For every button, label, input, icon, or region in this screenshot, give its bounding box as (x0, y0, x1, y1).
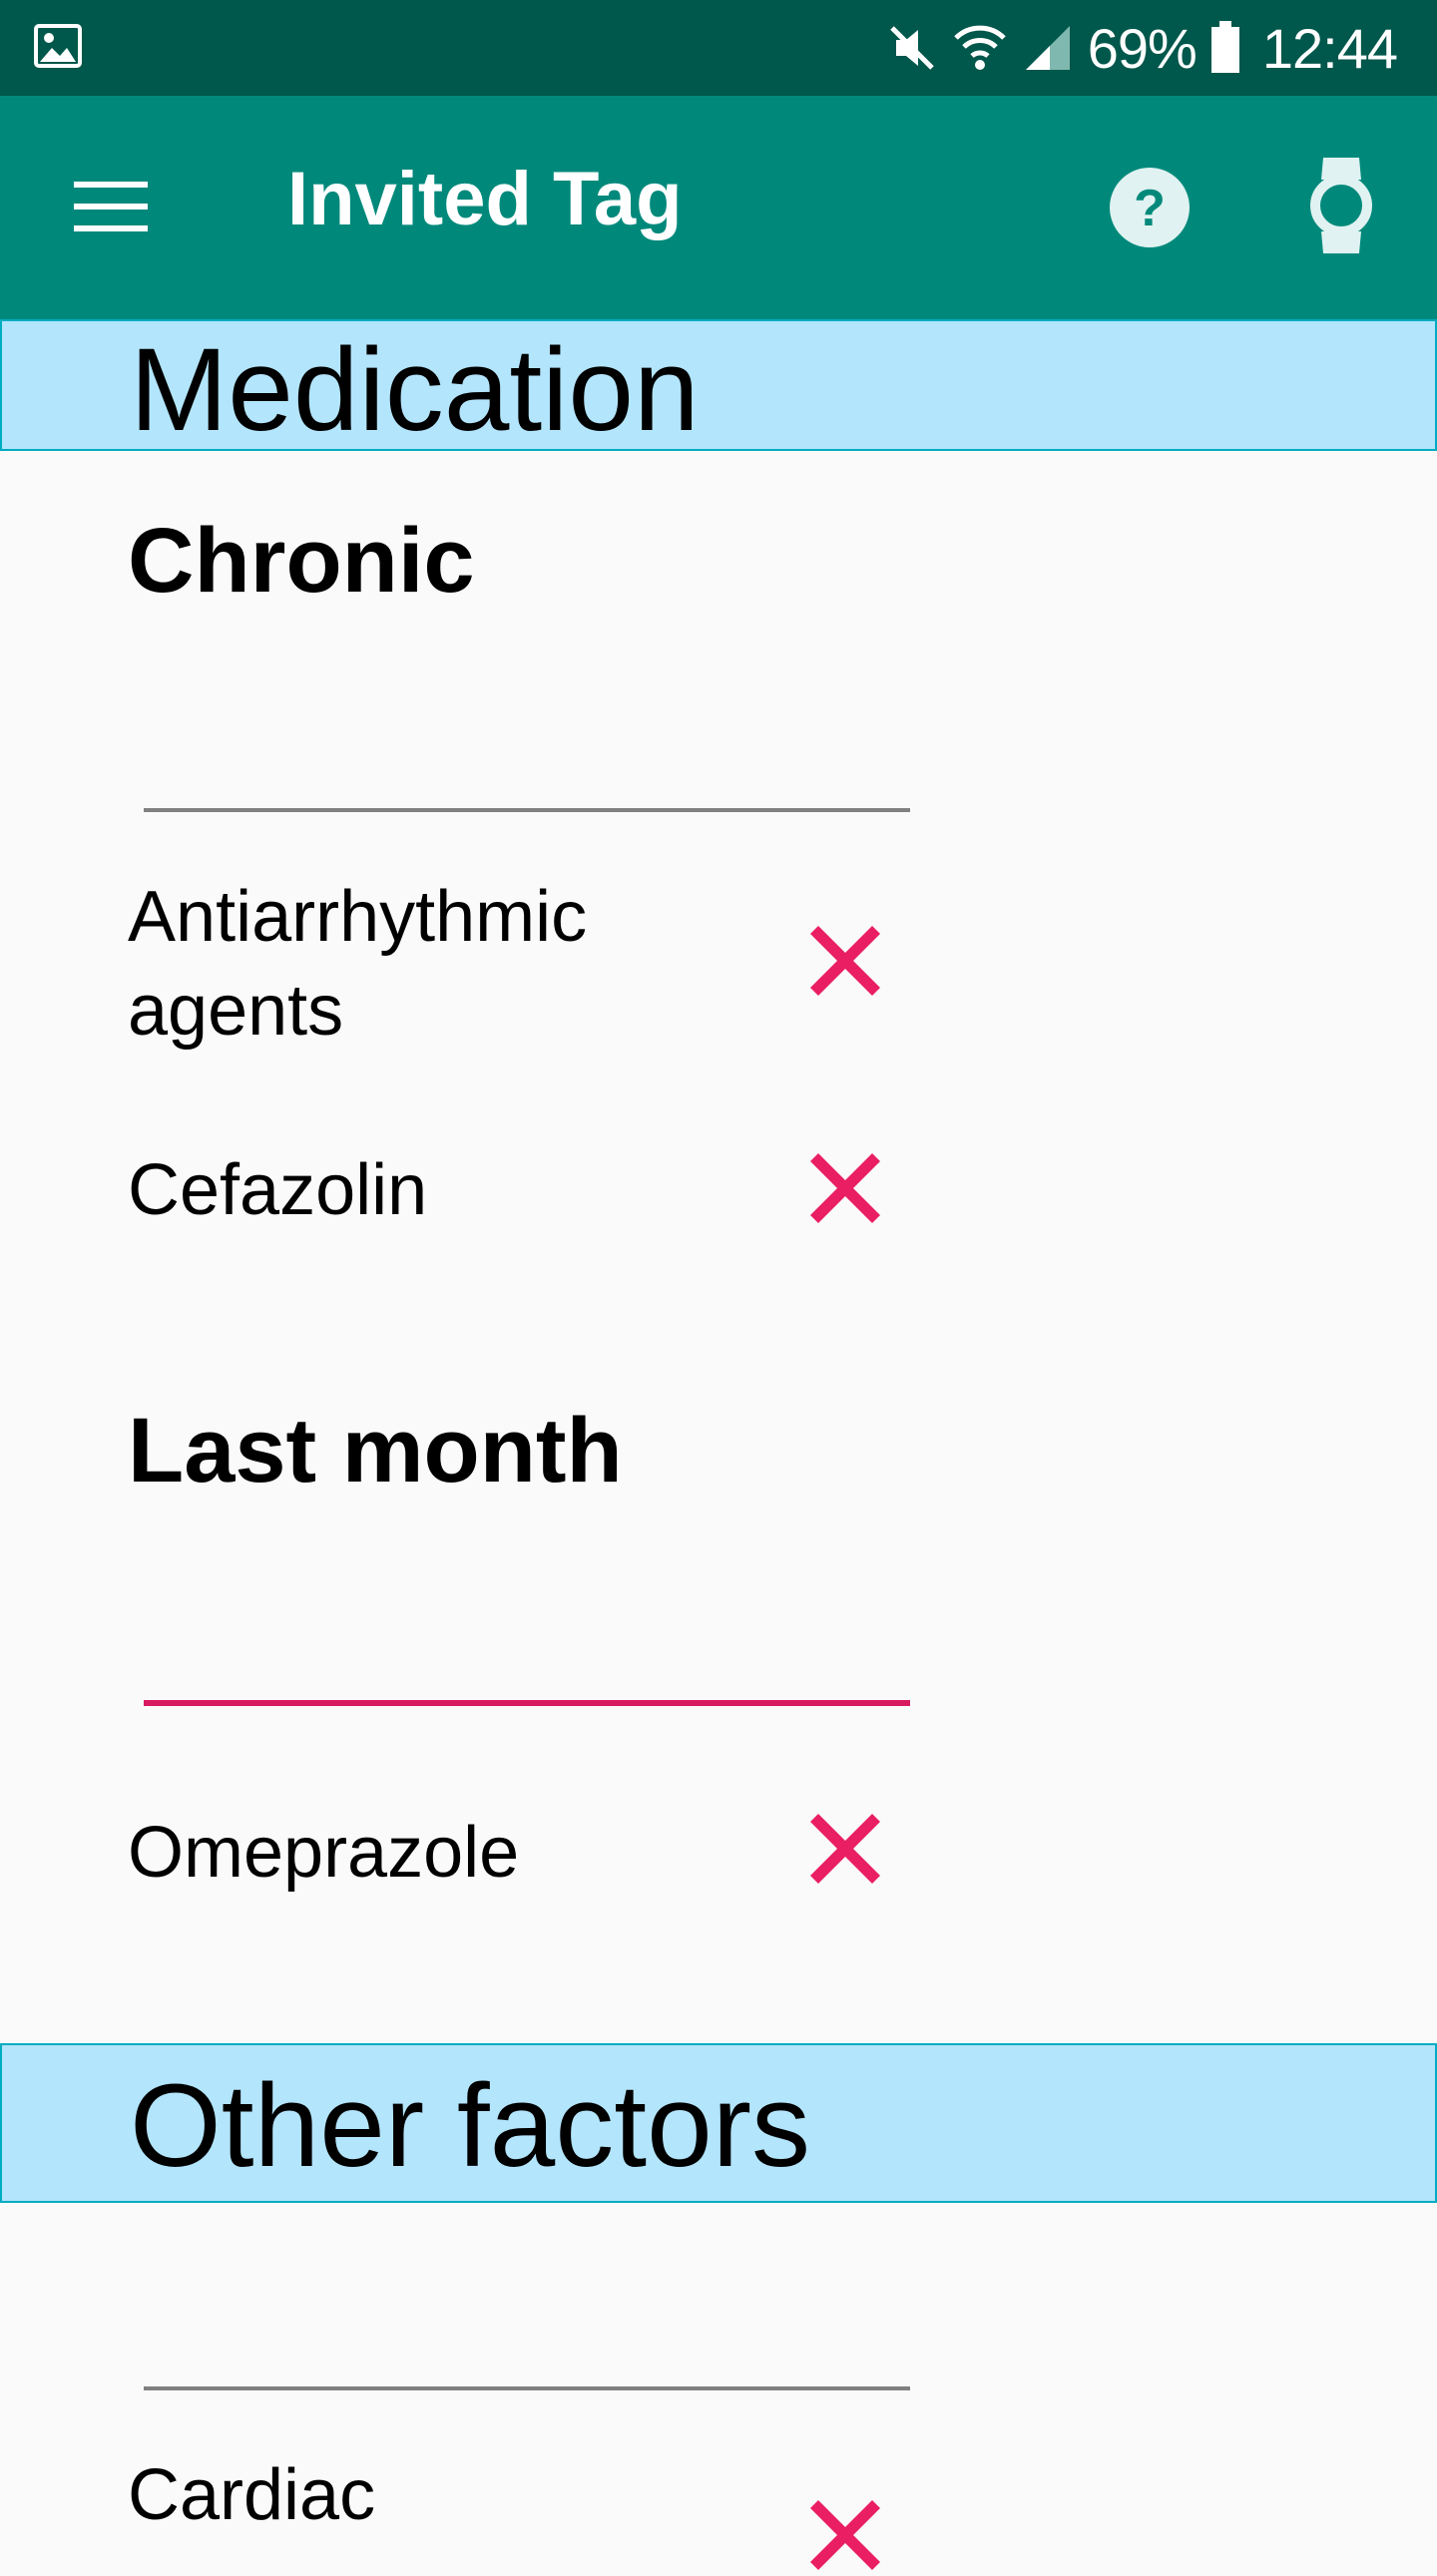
remove-icon[interactable] (804, 1808, 886, 1890)
app-bar: Invited Tag ? (0, 96, 1437, 319)
section-header-other-factors: Other factors (0, 2043, 1437, 2203)
remove-icon[interactable] (804, 2494, 886, 2576)
section-title-other-factors: Other factors (130, 2060, 811, 2192)
section-header-medication: Medication (0, 319, 1437, 451)
list-item-cardiac: Cardiac (128, 2455, 376, 2535)
list-item-antiarrhythmic-agents: Antiarrhythmic agents (128, 877, 588, 1051)
battery-icon (1210, 21, 1239, 73)
clock: 12:44 (1261, 16, 1398, 80)
menu-icon[interactable] (74, 178, 148, 235)
subheading-chronic: Chronic (128, 510, 475, 612)
list-item-cefazolin: Cefazolin (128, 1150, 428, 1230)
status-bar: 69% 12:44 (0, 0, 1437, 96)
signal-icon (1025, 26, 1070, 70)
section-title-medication: Medication (130, 324, 700, 456)
subheading-last-month: Last month (128, 1400, 623, 1502)
remove-icon[interactable] (804, 920, 886, 1002)
wifi-icon (954, 25, 1006, 70)
remove-icon[interactable] (804, 1147, 886, 1229)
last-month-input-field[interactable] (144, 1700, 910, 1706)
watch-icon[interactable] (1309, 158, 1373, 253)
help-icon[interactable]: ? (1108, 166, 1192, 249)
mute-icon (889, 26, 934, 70)
chronic-input-field[interactable] (144, 808, 910, 812)
gallery-icon (34, 24, 82, 68)
svg-text:?: ? (1134, 180, 1166, 237)
page-title: Invited Tag (287, 157, 683, 241)
battery-percent: 69% (1087, 16, 1198, 80)
list-item-omeprazole: Omeprazole (128, 1813, 520, 1893)
other-factors-input-field[interactable] (144, 2386, 910, 2390)
